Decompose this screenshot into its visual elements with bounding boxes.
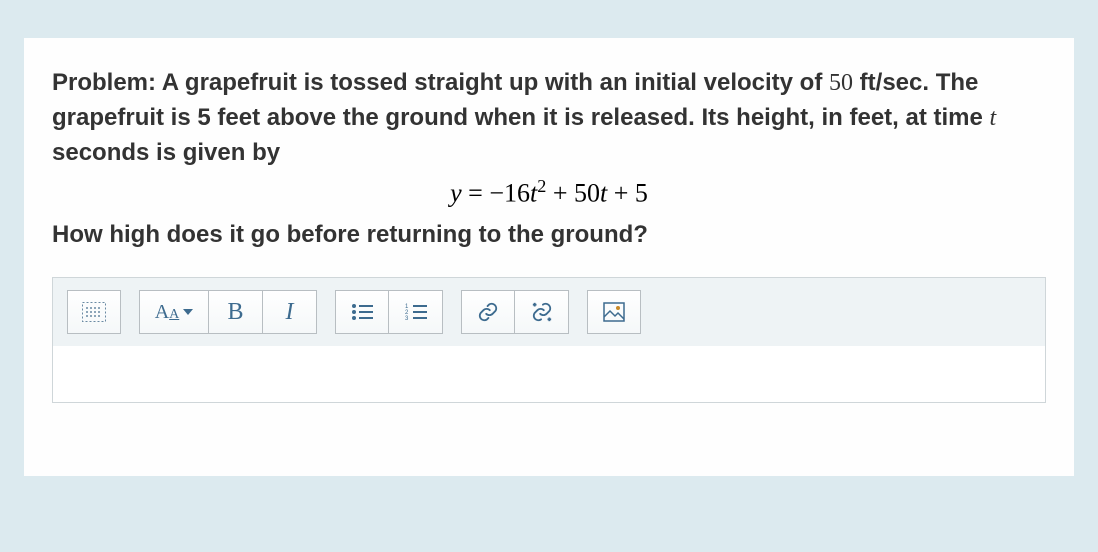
image-icon [603, 302, 625, 322]
table-icon [82, 302, 106, 322]
time-variable: t [990, 105, 997, 131]
editor-toolbar: AA B I [53, 278, 1045, 346]
eq-plus1: + [546, 179, 574, 208]
eq-sq: 2 [537, 176, 546, 196]
svg-text:3: 3 [405, 316, 409, 321]
problem-statement: Problem: A grapefruit is tossed straight… [52, 66, 1046, 170]
eq-a: 16 [504, 179, 530, 208]
eq-equals: = [462, 179, 490, 208]
initial-velocity: 50 [829, 70, 853, 96]
italic-icon: I [286, 299, 294, 326]
height-equation: y = −16t2 + 50t + 5 [52, 176, 1046, 209]
image-button[interactable] [587, 290, 641, 334]
link-icon [477, 301, 499, 323]
editor-textarea[interactable] [53, 346, 1045, 402]
bullet-list-icon [351, 303, 373, 321]
eq-minus: − [489, 179, 504, 208]
bullet-list-button[interactable] [335, 290, 389, 334]
problem-card: Problem: A grapefruit is tossed straight… [24, 38, 1074, 476]
bold-button[interactable]: B [209, 290, 263, 334]
answer-editor: AA B I [52, 277, 1046, 403]
numbered-list-icon: 1 2 3 [405, 303, 427, 321]
font-style-button[interactable]: AA [139, 290, 209, 334]
chevron-down-icon [183, 309, 193, 315]
problem-text-3: seconds is given by [52, 139, 280, 166]
eq-plus2: + [607, 179, 635, 208]
eq-c: 5 [635, 179, 648, 208]
table-insert-button[interactable] [67, 290, 121, 334]
question-text: How high does it go before returning to … [52, 221, 1046, 249]
unlink-button[interactable] [515, 290, 569, 334]
eq-y: y [450, 179, 462, 208]
problem-label: Problem: [52, 69, 156, 96]
numbered-list-button[interactable]: 1 2 3 [389, 290, 443, 334]
italic-button[interactable]: I [263, 290, 317, 334]
eq-b: 50 [574, 179, 600, 208]
link-button[interactable] [461, 290, 515, 334]
problem-text-1: A grapefruit is tossed straight up with … [156, 69, 829, 96]
font-size-icon: AA [155, 301, 180, 324]
unlink-icon [531, 301, 553, 323]
bold-icon: B [227, 299, 243, 326]
